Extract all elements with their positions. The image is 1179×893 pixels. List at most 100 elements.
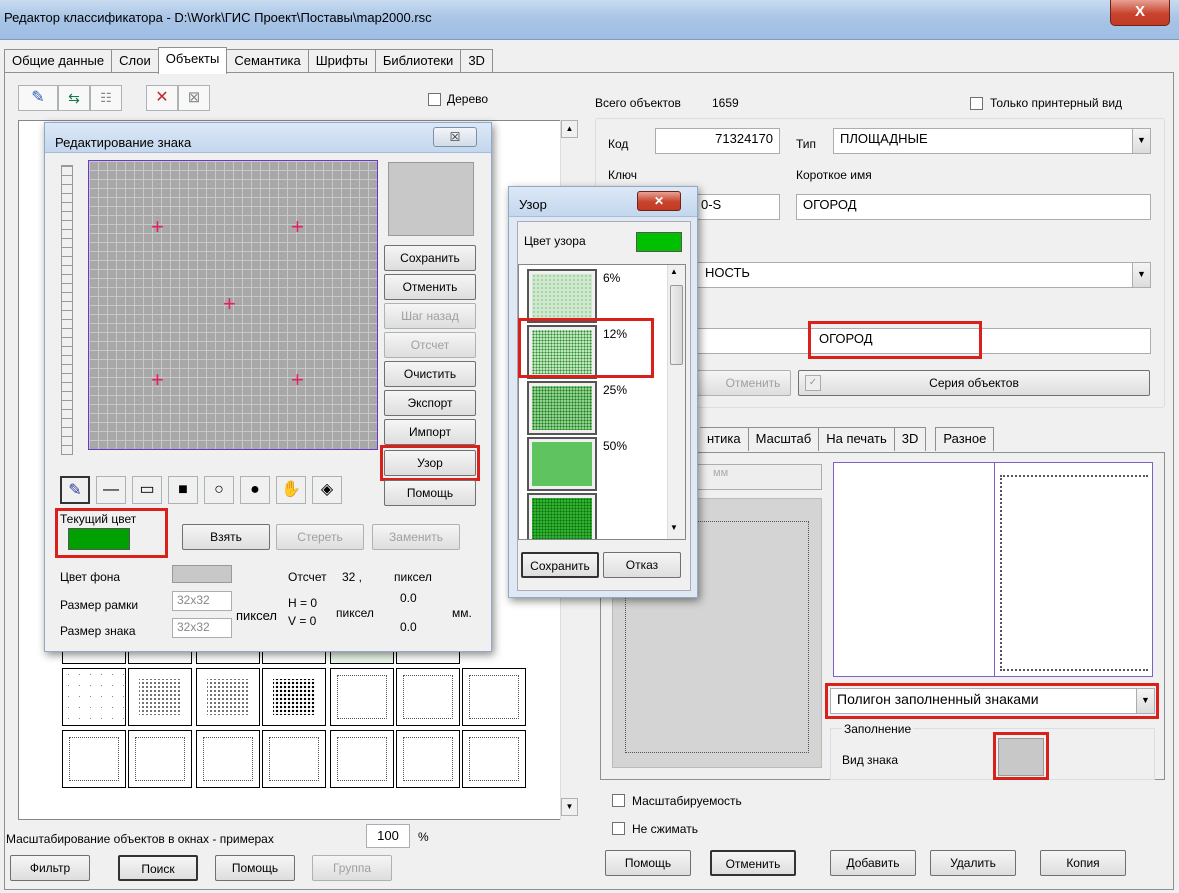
close-button[interactable]: X [1110,0,1170,26]
filled-circle-icon[interactable]: ● [240,476,270,504]
delete-icon[interactable]: ✕ [146,85,178,111]
fill-type-select[interactable]: Полигон заполненный знаками ▼ [830,688,1155,714]
editor-import-button[interactable]: Импорт [384,419,476,445]
list-icon[interactable]: ☷ [90,85,122,111]
fill-bucket-icon[interactable]: ◈ [312,476,342,504]
current-color-swatch[interactable] [68,528,130,550]
chevron-down-icon[interactable]: ▼ [1132,263,1150,287]
cross-box-icon[interactable]: ⊠ [178,85,210,111]
type-select[interactable]: ПЛОЩАДНЫЕ ▼ [833,128,1151,154]
add-button[interactable]: Добавить [830,850,916,876]
rectangle-icon[interactable]: ▭ [132,476,162,504]
editor-help-button[interactable]: Помощь [384,480,476,506]
sample-cell[interactable] [396,668,460,726]
sample-cell[interactable] [262,730,326,788]
right-help-button[interactable]: Помощь [605,850,691,876]
frame-size-input[interactable]: 32x32 [172,591,232,611]
pattern-list[interactable]: 6% 12% 25% 50% ▲ ▼ [518,264,686,540]
subtab-misc[interactable]: Разное [935,427,995,451]
pattern-item-50[interactable] [527,437,597,491]
sample-cell[interactable] [330,730,394,788]
search-button[interactable]: Поиск [118,855,198,881]
short-name-input[interactable]: ОГОРОД [796,194,1151,220]
editor-export-button[interactable]: Экспорт [384,390,476,416]
bg-color-swatch[interactable] [172,565,232,583]
tree-checkbox[interactable] [428,93,441,106]
scroll-down-icon[interactable]: ▼ [670,523,678,532]
edit-icon[interactable]: ✎ [18,85,58,111]
frame-size-label: Размер рамки [60,598,139,612]
tab-objects[interactable]: Объекты [157,47,228,74]
pattern-item-12[interactable] [527,325,597,379]
scale-input[interactable]: 100 [366,824,410,848]
subtab-semantics[interactable]: нтика [700,427,749,451]
sample-cell[interactable] [462,730,526,788]
printer-only-checkbox[interactable] [970,97,983,110]
sample-cell[interactable] [128,730,192,788]
subtab-3d[interactable]: 3D [893,427,927,451]
code-input[interactable]: 71324170 [655,128,780,154]
sample-cell[interactable] [396,730,460,788]
cancel-mid-button[interactable]: Отменить [695,370,791,396]
pattern-item-25[interactable] [527,381,597,435]
editor-origin-button[interactable]: Отсчет [384,332,476,358]
delete-button[interactable]: Удалить [930,850,1016,876]
close-icon[interactable]: ☒ [433,127,477,147]
filled-rectangle-icon[interactable]: ■ [168,476,198,504]
editor-save-button[interactable]: Сохранить [384,245,476,271]
scroll-up-icon[interactable]: ▲ [561,120,578,138]
close-icon[interactable]: ✕ [637,191,681,211]
subtab-print[interactable]: На печать [818,427,895,451]
chevron-down-icon[interactable]: ▼ [1136,689,1154,713]
right-cancel-button[interactable]: Отменить [710,850,796,876]
chevron-down-icon[interactable]: ▼ [1132,129,1150,153]
pattern-item-6[interactable] [527,269,597,323]
line-icon[interactable]: — [96,476,126,504]
offset-unit: пиксел [394,570,432,584]
tab-semantics[interactable]: Семантика [226,49,309,73]
tab-general[interactable]: Общие данные [4,49,113,73]
replace-color-button[interactable]: Заменить [372,524,460,550]
editor-cancel-button[interactable]: Отменить [384,274,476,300]
erase-color-button[interactable]: Стереть [276,524,364,550]
sample-cell[interactable] [196,730,260,788]
editor-pattern-button[interactable]: Узор [384,450,476,476]
group-button[interactable]: Группа [312,855,392,881]
hand-icon[interactable]: ✋ [276,476,306,504]
pattern-scrollbar[interactable]: ▲ ▼ [667,265,685,539]
tab-3d[interactable]: 3D [460,49,493,73]
scroll-thumb[interactable] [670,285,683,365]
sample-cell[interactable] [330,668,394,726]
filter-button[interactable]: Фильтр [10,855,90,881]
editor-undo-button[interactable]: Шаг назад [384,303,476,329]
sample-cell[interactable] [62,668,126,726]
tab-libraries[interactable]: Библиотеки [374,49,462,73]
left-help-button[interactable]: Помощь [215,855,295,881]
scalable-checkbox[interactable] [612,794,625,807]
pattern-item-75[interactable] [527,493,597,539]
copy-button[interactable]: Копия [1040,850,1126,876]
editor-clear-button[interactable]: Очистить [384,361,476,387]
circle-icon[interactable]: ○ [204,476,234,504]
arrows-icon[interactable]: ⇆ [58,85,90,111]
sample-cell[interactable] [196,668,260,726]
pattern-cancel-button[interactable]: Отказ [603,552,681,578]
scroll-down-icon[interactable]: ▼ [561,798,578,816]
take-color-button[interactable]: Взять [182,524,270,550]
pattern-color-swatch[interactable] [636,232,682,252]
tab-layers[interactable]: Слои [111,49,159,73]
sample-cell[interactable] [262,668,326,726]
sign-size-input[interactable]: 32x32 [172,618,232,638]
sample-cell[interactable] [128,668,192,726]
pencil-icon[interactable]: ✎ [60,476,90,504]
series-button[interactable]: ✓ Серия объектов [798,370,1150,396]
no-compress-checkbox[interactable] [612,822,625,835]
pixel-grid[interactable]: + + + + + [88,160,378,450]
tab-fonts[interactable]: Шрифты [307,49,376,73]
pattern-save-button[interactable]: Сохранить [521,552,599,578]
subtab-scale[interactable]: Масштаб [747,427,820,451]
scroll-up-icon[interactable]: ▲ [670,267,678,276]
sample-cell[interactable] [462,668,526,726]
sample-cell[interactable] [62,730,126,788]
sign-view-swatch[interactable] [998,738,1044,776]
